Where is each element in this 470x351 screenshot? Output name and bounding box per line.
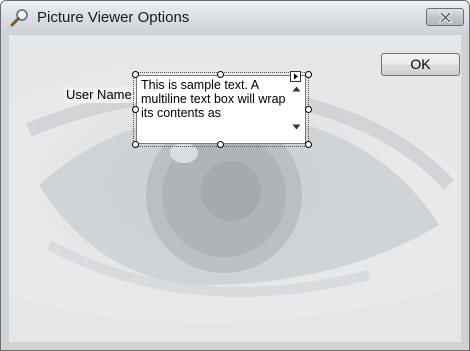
ok-button[interactable]: OK <box>381 53 460 76</box>
resize-handle-bottom[interactable] <box>217 141 224 148</box>
form-client-area: OK User Name: This is sample text. A mul… <box>9 35 461 342</box>
resize-handle-top-left[interactable] <box>132 71 139 78</box>
scroll-down-arrow-icon[interactable] <box>292 124 301 130</box>
window-title: Picture Viewer Options <box>37 9 190 26</box>
user-name-textbox[interactable]: This is sample text. A multiline text bo… <box>136 75 306 144</box>
title-bar[interactable]: Picture Viewer Options <box>1 1 469 35</box>
scroll-up-arrow-icon[interactable] <box>292 86 301 92</box>
smart-tag-button[interactable] <box>290 71 301 82</box>
resize-handle-bottom-left[interactable] <box>132 141 139 148</box>
user-name-label: User Name: <box>64 87 138 103</box>
resize-handle-left[interactable] <box>132 106 139 113</box>
resize-handle-bottom-right[interactable] <box>305 141 312 148</box>
resize-handle-top[interactable] <box>217 71 224 78</box>
textbox-content[interactable]: This is sample text. A multiline text bo… <box>141 78 286 122</box>
resize-handle-top-right[interactable] <box>305 71 312 78</box>
close-button[interactable] <box>426 8 464 26</box>
vertical-scrollbar[interactable] <box>288 76 305 143</box>
options-dialog-window: Picture Viewer Options OK User Name: Thi… <box>0 0 470 351</box>
resize-handle-right[interactable] <box>305 106 312 113</box>
close-icon <box>439 12 452 23</box>
magnifier-icon <box>10 9 28 27</box>
smart-tag-arrow-icon <box>294 73 298 80</box>
